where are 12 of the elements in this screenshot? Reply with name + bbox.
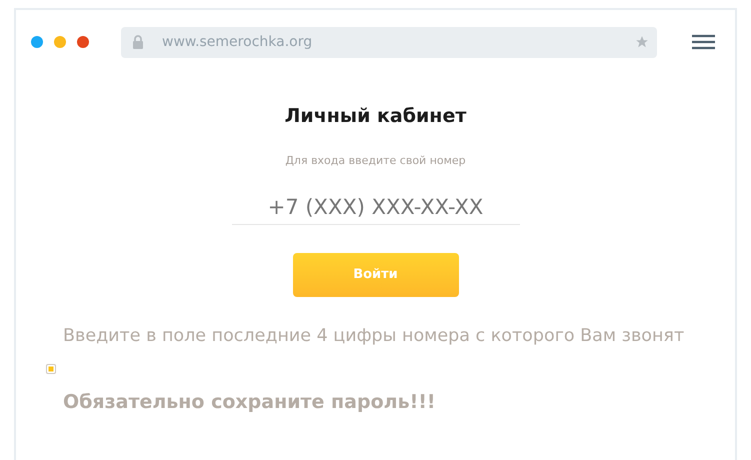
page-title: Личный кабинет <box>284 104 466 129</box>
bullet-icon <box>46 364 56 374</box>
login-hint: Для входа введите свой номер <box>285 152 466 168</box>
menu-icon[interactable] <box>692 34 715 50</box>
login-button[interactable]: Войти <box>292 253 458 297</box>
url-text: www.semerochka.org <box>162 32 312 52</box>
address-bar[interactable]: www.semerochka.org <box>121 26 657 58</box>
lock-icon <box>132 35 144 49</box>
warning-text: Обязательно сохраните пароль!!! <box>62 390 437 416</box>
instruction-text: Введите в поле последние 4 цифры номера с которого Вам звонят <box>62 325 686 348</box>
phone-field[interactable]: +7 (XXX) XXX-XX-XX <box>232 189 520 225</box>
star-icon[interactable] <box>635 35 649 49</box>
